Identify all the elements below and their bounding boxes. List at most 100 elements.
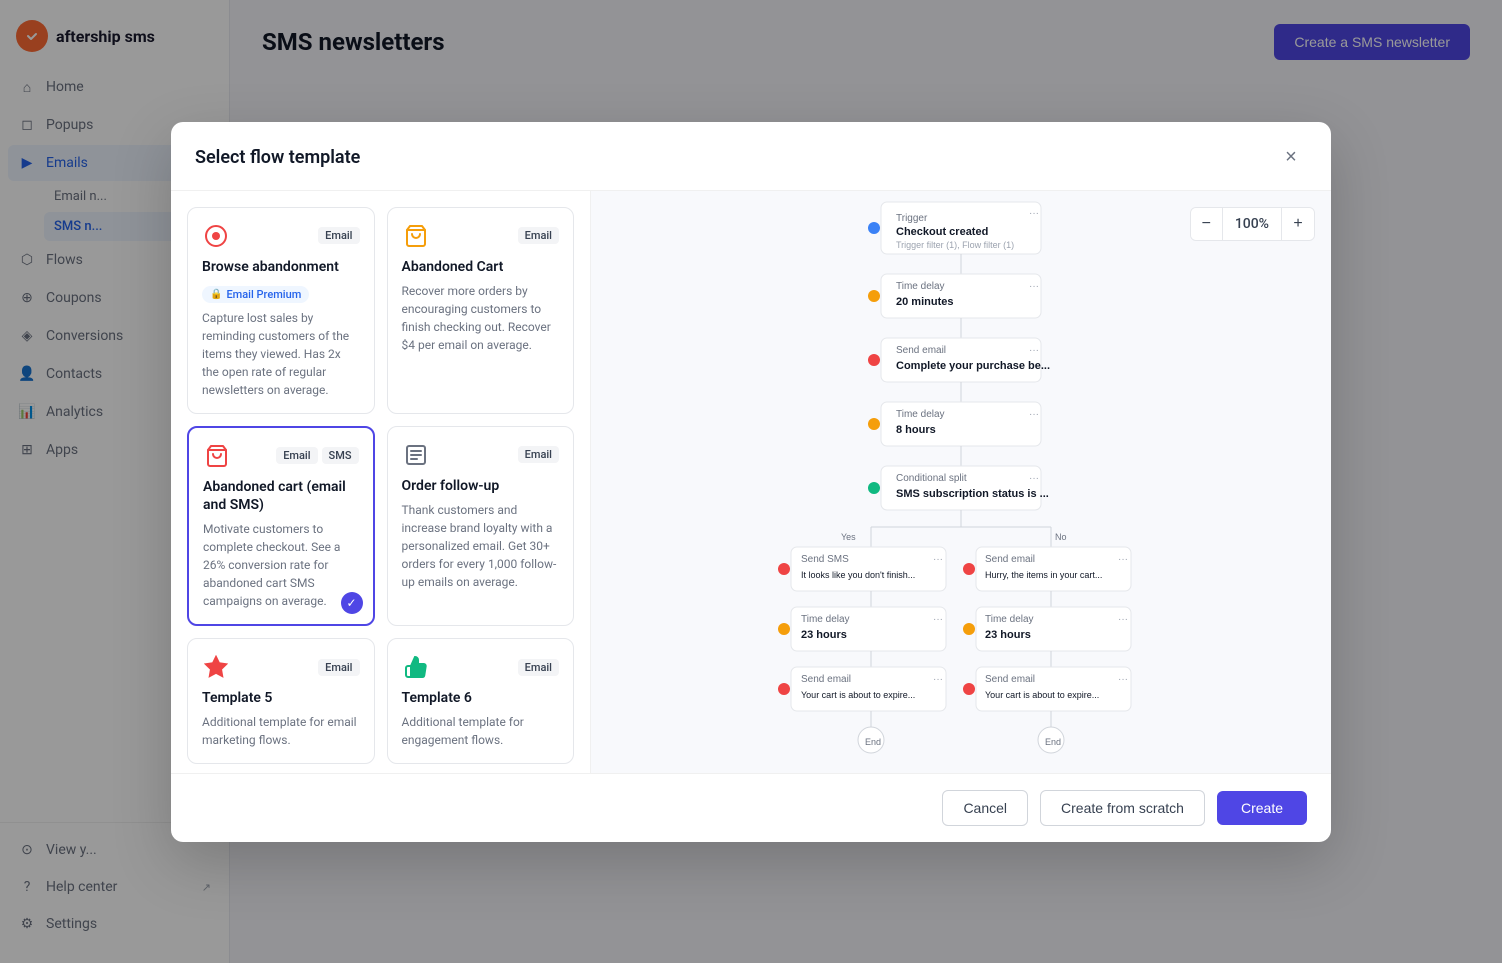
email-badge: Email bbox=[318, 659, 359, 676]
card-description: Recover more orders by encouraging custo… bbox=[402, 282, 560, 354]
svg-text:Conditional split: Conditional split bbox=[896, 473, 967, 484]
zoom-level: 100% bbox=[1223, 208, 1282, 240]
card-name: Abandoned Cart bbox=[402, 258, 560, 276]
svg-text:It looks like you don't finish: It looks like you don't finish... bbox=[801, 570, 915, 580]
template-card-5[interactable]: Email Template 5 Additional template for… bbox=[187, 638, 375, 764]
order-followup-icon bbox=[402, 441, 430, 469]
card-name: Order follow-up bbox=[402, 477, 560, 495]
svg-text:Checkout created: Checkout created bbox=[896, 226, 988, 238]
svg-text:Complete your purchase be...: Complete your purchase be... bbox=[896, 360, 1050, 372]
zoom-in-button[interactable]: + bbox=[1282, 208, 1314, 240]
modal-footer: Cancel Create from scratch Create bbox=[171, 773, 1331, 842]
svg-text:Send email: Send email bbox=[985, 554, 1035, 565]
svg-text:Send email: Send email bbox=[896, 345, 946, 356]
template-card-abandoned-cart[interactable]: Email Abandoned Cart Recover more orders… bbox=[387, 207, 575, 414]
zoom-out-button[interactable]: − bbox=[1191, 208, 1223, 240]
svg-text:Your cart is about to expire..: Your cart is about to expire... bbox=[801, 690, 915, 700]
svg-text:20 minutes: 20 minutes bbox=[896, 296, 953, 308]
svg-text:···: ··· bbox=[1118, 674, 1128, 685]
svg-text:···: ··· bbox=[1029, 345, 1039, 356]
svg-text:No: No bbox=[1055, 532, 1067, 542]
svg-text:End: End bbox=[865, 737, 881, 747]
template-card-abandoned-cart-sms[interactable]: Email SMS Abandoned cart (email and SMS)… bbox=[187, 426, 375, 626]
create-from-scratch-button[interactable]: Create from scratch bbox=[1040, 790, 1205, 826]
card-header: Email bbox=[402, 222, 560, 250]
card5-icon bbox=[202, 653, 230, 681]
card-description: Motivate customers to complete checkout.… bbox=[203, 520, 359, 610]
svg-text:···: ··· bbox=[1118, 554, 1128, 565]
abandoned-cart-sms-icon bbox=[203, 442, 231, 470]
svg-text:···: ··· bbox=[1029, 281, 1039, 292]
svg-text:Trigger filter (1), Flow filte: Trigger filter (1), Flow filter (1) bbox=[896, 240, 1014, 250]
modal-header: Select flow template × bbox=[171, 122, 1331, 191]
svg-text:···: ··· bbox=[1029, 473, 1039, 484]
email-badge: Email bbox=[276, 447, 317, 464]
svg-text:···: ··· bbox=[1118, 614, 1128, 625]
zoom-controls: − 100% + bbox=[1190, 207, 1315, 241]
template-list: Email Browse abandonment 🔒 Email Premium… bbox=[171, 191, 591, 773]
modal-close-button[interactable]: × bbox=[1275, 142, 1307, 174]
select-flow-template-modal: Select flow template × Email bbox=[171, 122, 1331, 842]
svg-text:8 hours: 8 hours bbox=[896, 424, 936, 436]
svg-text:Send email: Send email bbox=[801, 674, 851, 685]
card-header: Email bbox=[402, 653, 560, 681]
cancel-button[interactable]: Cancel bbox=[942, 790, 1028, 826]
template-card-6[interactable]: Email Template 6 Additional template for… bbox=[387, 638, 575, 764]
svg-text:···: ··· bbox=[933, 554, 943, 565]
card-header: Email SMS bbox=[203, 442, 359, 470]
card-name: Template 6 bbox=[402, 689, 560, 707]
svg-text:Hurry, the items in your cart.: Hurry, the items in your cart... bbox=[985, 570, 1102, 580]
card-badges: Email SMS bbox=[276, 447, 358, 464]
lock-icon: 🔒 bbox=[210, 289, 222, 300]
template-preview-pane: − 100% + Trigger Checkout created Trigge… bbox=[591, 191, 1331, 773]
svg-text:···: ··· bbox=[933, 674, 943, 685]
card-badges: Email bbox=[518, 446, 559, 463]
card-description: Additional template for engagement flows… bbox=[402, 713, 560, 749]
svg-text:Trigger: Trigger bbox=[896, 213, 928, 224]
flow-diagram: Trigger Checkout created Trigger filter … bbox=[761, 192, 1161, 772]
email-badge: Email bbox=[518, 446, 559, 463]
modal-title: Select flow template bbox=[195, 147, 360, 168]
card-name: Template 5 bbox=[202, 689, 360, 707]
card-badges: Email bbox=[318, 659, 359, 676]
selected-checkmark: ✓ bbox=[341, 592, 363, 614]
svg-text:Time delay: Time delay bbox=[985, 614, 1034, 625]
card-header: Email bbox=[202, 222, 360, 250]
card-badges: Email bbox=[518, 659, 559, 676]
card-description: Additional template for email marketing … bbox=[202, 713, 360, 749]
svg-text:Time delay: Time delay bbox=[896, 409, 945, 420]
svg-text:···: ··· bbox=[1029, 208, 1039, 219]
svg-text:SMS subscription status is ...: SMS subscription status is ... bbox=[896, 488, 1049, 500]
card-badges: Email bbox=[318, 227, 359, 244]
template-card-order-followup[interactable]: Email Order follow-up Thank customers an… bbox=[387, 426, 575, 626]
premium-badge: 🔒 Email Premium bbox=[202, 286, 309, 303]
email-badge: Email bbox=[518, 659, 559, 676]
browse-abandonment-icon bbox=[202, 222, 230, 250]
svg-text:23 hours: 23 hours bbox=[985, 629, 1031, 641]
card-description: Capture lost sales by reminding customer… bbox=[202, 309, 360, 399]
card-description: Thank customers and increase brand loyal… bbox=[402, 501, 560, 591]
template-card-browse-abandonment[interactable]: Email Browse abandonment 🔒 Email Premium… bbox=[187, 207, 375, 414]
sms-badge: SMS bbox=[322, 447, 359, 464]
card-name: Browse abandonment bbox=[202, 258, 360, 276]
card-badges: Email bbox=[518, 227, 559, 244]
modal-body: Email Browse abandonment 🔒 Email Premium… bbox=[171, 191, 1331, 773]
svg-text:Your cart is about to expire..: Your cart is about to expire... bbox=[985, 690, 1099, 700]
card6-icon bbox=[402, 653, 430, 681]
svg-text:···: ··· bbox=[1029, 409, 1039, 420]
card-name: Abandoned cart (email and SMS) bbox=[203, 478, 359, 514]
modal-overlay[interactable]: Select flow template × Email bbox=[0, 0, 1502, 963]
svg-text:Yes: Yes bbox=[841, 532, 856, 542]
svg-text:Send email: Send email bbox=[985, 674, 1035, 685]
create-button[interactable]: Create bbox=[1217, 791, 1307, 825]
svg-text:23 hours: 23 hours bbox=[801, 629, 847, 641]
svg-text:Time delay: Time delay bbox=[801, 614, 850, 625]
abandoned-cart-icon bbox=[402, 222, 430, 250]
card-header: Email bbox=[202, 653, 360, 681]
svg-text:···: ··· bbox=[933, 614, 943, 625]
email-badge: Email bbox=[318, 227, 359, 244]
svg-text:End: End bbox=[1045, 737, 1061, 747]
svg-text:Time delay: Time delay bbox=[896, 281, 945, 292]
card-header: Email bbox=[402, 441, 560, 469]
flow-diagram-container: Trigger Checkout created Trigger filter … bbox=[591, 191, 1331, 773]
